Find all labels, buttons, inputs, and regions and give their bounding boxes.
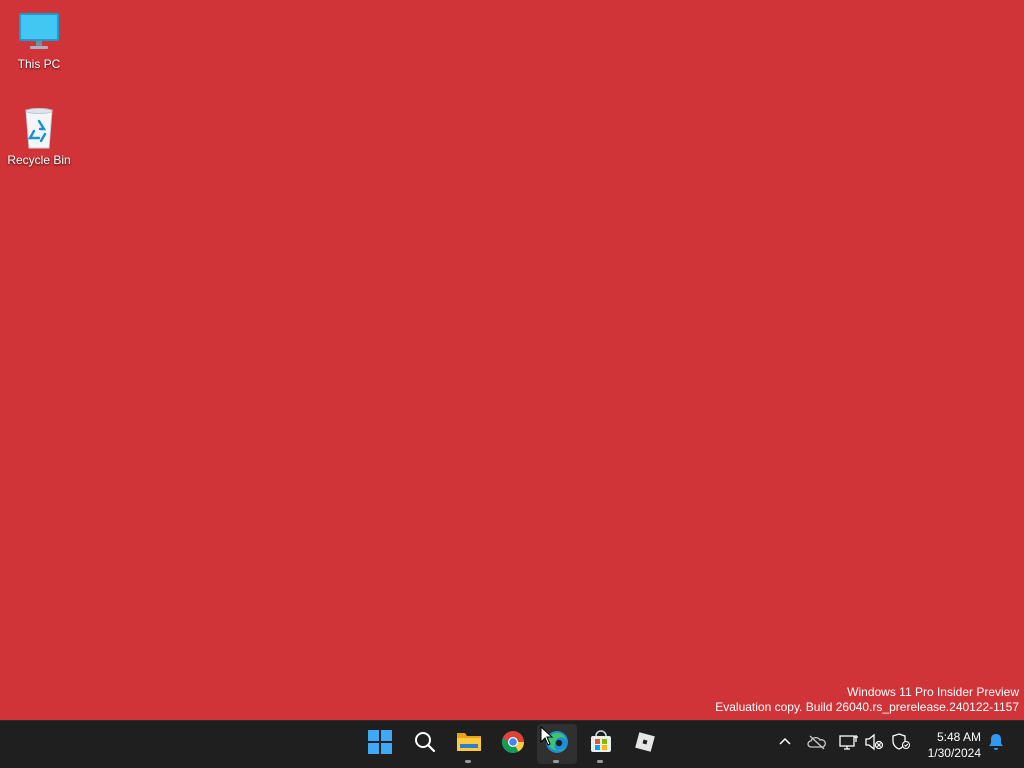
security-tray-button[interactable]: [890, 732, 912, 756]
desktop-icon-this-pc[interactable]: This PC: [1, 10, 77, 71]
running-indicator: [465, 760, 471, 763]
running-indicator: [553, 760, 559, 763]
chrome-icon: [501, 730, 525, 759]
taskbar-chrome[interactable]: [493, 724, 533, 764]
folder-icon: [456, 730, 482, 759]
taskbar-file-explorer[interactable]: [449, 724, 489, 764]
notification-center-button[interactable]: [985, 733, 1007, 755]
security-icon: [891, 732, 911, 756]
chevron-up-icon: [778, 735, 792, 754]
desktop-icon-label: Recycle Bin: [7, 153, 71, 167]
bell-icon: [988, 733, 1004, 756]
show-hidden-icons-button[interactable]: [774, 733, 796, 755]
watermark-build: Evaluation copy. Build 26040.rs_prerelea…: [715, 700, 1019, 714]
taskbar-roblox[interactable]: [625, 724, 665, 764]
clock[interactable]: 5:48 AM 1/30/2024: [928, 729, 981, 761]
network-tray-button[interactable]: [838, 733, 860, 755]
taskbar-store[interactable]: [581, 724, 621, 764]
running-indicator: [597, 760, 603, 763]
network-icon: [839, 733, 859, 756]
onedrive-icon: [807, 734, 827, 755]
recycle-bin-icon: [17, 106, 61, 150]
roblox-icon: [633, 730, 657, 759]
volume-tray-button[interactable]: [863, 733, 885, 755]
monitor-icon: [17, 10, 61, 54]
search-button[interactable]: [405, 724, 445, 764]
desktop-icon-label: This PC: [17, 57, 61, 71]
taskbar: 5:48 AM 1/30/2024: [0, 720, 1024, 768]
clock-time: 5:48 AM: [936, 730, 981, 744]
volume-muted-icon: [864, 733, 884, 756]
store-icon: [589, 729, 613, 759]
search-icon: [414, 731, 436, 758]
start-button[interactable]: [360, 724, 400, 764]
windows-watermark: Windows 11 Pro Insider Preview Evaluatio…: [715, 685, 1019, 715]
watermark-edition: Windows 11 Pro Insider Preview: [847, 685, 1019, 699]
desktop-icon-recycle-bin[interactable]: Recycle Bin: [1, 106, 77, 167]
mouse-cursor-icon: [540, 725, 554, 751]
windows-start-icon: [368, 729, 392, 759]
desktop-background[interactable]: This PC Recycle Bin Windows 11 Pro Insid…: [0, 0, 1024, 720]
clock-date: 1/30/2024: [927, 746, 981, 760]
onedrive-tray-button[interactable]: [806, 733, 828, 755]
